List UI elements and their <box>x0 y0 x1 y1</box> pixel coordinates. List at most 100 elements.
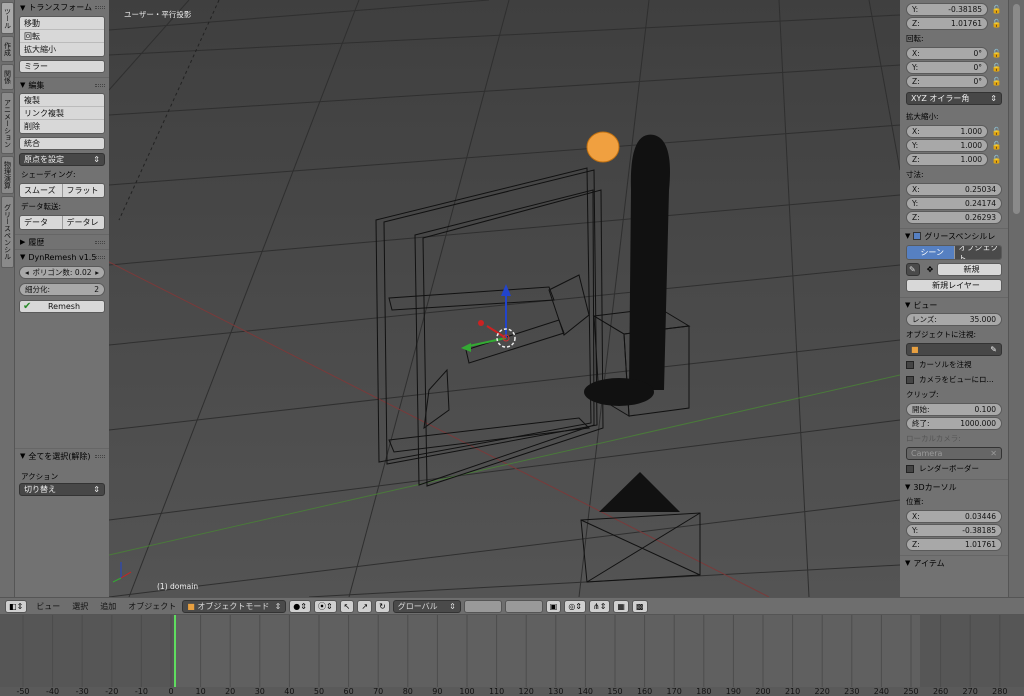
checkbox[interactable] <box>906 464 914 473</box>
lock-layers-icon[interactable]: ▣ <box>545 599 562 613</box>
tab-create[interactable]: 作成 <box>1 36 14 62</box>
clear-icon[interactable]: ✕ <box>990 449 997 458</box>
delete-button[interactable]: 削除 <box>20 120 104 133</box>
scale-z-field[interactable]: Z: 1.000 <box>906 153 988 166</box>
properties-scrollbar[interactable] <box>1008 0 1024 597</box>
lock-icon[interactable]: 🔓 <box>991 76 1002 87</box>
dimension-x-field[interactable]: X: 0.25034 <box>906 183 1002 196</box>
item-panel-header[interactable]: ▼ アイテム <box>900 555 1008 570</box>
render-border-row[interactable]: レンダーボーダー <box>900 461 1008 476</box>
rotation-mode-dropdown[interactable]: XYZ オイラー角 ⇕ <box>906 92 1002 105</box>
location-y-field[interactable]: Y: -0.38185 <box>906 3 988 16</box>
layers-grid-2[interactable] <box>504 599 543 613</box>
scrollbar-thumb[interactable] <box>1013 4 1020 214</box>
camera-render-icon[interactable]: ▩ <box>631 599 648 613</box>
grease-pencil-panel-header[interactable]: ▼ グリースペンシルレ <box>900 228 1008 243</box>
eyedropper-icon[interactable]: ✎ <box>990 345 997 354</box>
cursor-z-field[interactable]: Z: 1.01761 <box>906 538 1002 551</box>
lock-icon[interactable]: 🔓 <box>991 4 1002 15</box>
action-label: アクション <box>21 472 59 481</box>
tab-tools[interactable]: ツール <box>1 2 14 34</box>
polygon-count-field[interactable]: ◂ ポリゴン数: 0.02 ▸ <box>19 266 105 279</box>
tab-grease-pencil[interactable]: グリースペンシル <box>1 196 14 268</box>
subdivision-field[interactable]: 細分化: 2 <box>19 283 105 296</box>
lock-cursor-row[interactable]: カーソルを注視 <box>900 357 1008 372</box>
tab-physics[interactable]: 物理演算 <box>1 156 14 194</box>
orientation-dropdown[interactable]: グローバル ⇕ <box>392 599 461 613</box>
tab-relations[interactable]: 関係 <box>1 64 14 90</box>
scale-button[interactable]: 拡大縮小 <box>20 43 104 56</box>
object-toggle[interactable]: オブジェクト <box>954 246 1001 259</box>
lock-icon[interactable]: 🔓 <box>991 140 1002 151</box>
translate-manipulator[interactable]: ↗ <box>357 599 373 613</box>
render-icon[interactable]: ▦ <box>613 599 629 613</box>
clip-start-field[interactable]: 開始: 0.100 <box>906 403 1002 416</box>
menu-select[interactable]: 選択 <box>66 601 94 612</box>
transform-panel-header[interactable]: ▼ トランスフォーム <box>15 0 109 15</box>
3d-cursor-panel-header[interactable]: ▼ 3Dカーソル <box>900 479 1008 494</box>
translate-button[interactable]: 移動 <box>20 17 104 30</box>
dimension-z-field[interactable]: Z: 0.26293 <box>906 211 1002 224</box>
join-button[interactable]: 統合 <box>19 137 105 150</box>
viewport-shading-button[interactable]: ● ⇕ <box>289 599 311 613</box>
lock-camera-row[interactable]: カメラをビューにロ... <box>900 372 1008 387</box>
rotation-x-field[interactable]: X: 0° <box>906 47 988 60</box>
view-panel-header[interactable]: ▼ ビュー <box>900 297 1008 312</box>
edit-panel-header[interactable]: ▼ 編集 <box>15 77 109 92</box>
tab-animation[interactable]: アニメーション <box>1 92 14 154</box>
checkbox-icon[interactable] <box>913 232 922 240</box>
data-layout-button[interactable]: データレ <box>62 216 104 229</box>
history-panel-header[interactable]: ▶ 履歴 <box>15 234 109 249</box>
shade-smooth-button[interactable]: スムーズ <box>20 184 63 197</box>
menu-view[interactable]: ビュー <box>30 601 66 612</box>
location-z-field[interactable]: Z: 1.01761 <box>906 17 988 30</box>
rotation-y-field[interactable]: Y: 0° <box>906 61 988 74</box>
dynremesh-panel-header[interactable]: ▼ DynRemesh v1.5 <box>15 249 109 264</box>
rotate-manipulator[interactable]: ↻ <box>375 599 390 613</box>
dimension-y-field[interactable]: Y: 0.24174 <box>906 197 1002 210</box>
manipulator-toggle[interactable]: ↖ <box>339 599 355 613</box>
scene-toggle[interactable]: シーン <box>907 246 955 259</box>
checkbox[interactable] <box>906 360 914 369</box>
lock-object-field[interactable]: ■ ✎ <box>906 343 1002 356</box>
menu-add[interactable]: 追加 <box>94 601 122 612</box>
lock-icon[interactable]: 🔓 <box>991 154 1002 165</box>
duplicate-linked-button[interactable]: リンク複製 <box>20 107 104 120</box>
menu-object[interactable]: オブジェクト <box>122 601 182 612</box>
cube-icon: ■ <box>911 345 919 354</box>
lens-field[interactable]: レンズ: 35.000 <box>906 313 1002 326</box>
pivot-point-button[interactable]: ⦿ ⇕ <box>313 599 337 613</box>
plus-icon[interactable]: ✥ <box>923 265 937 274</box>
cursor-y-field[interactable]: Y: -0.38185 <box>906 524 1002 537</box>
rotate-button[interactable]: 回転 <box>20 30 104 43</box>
proportional-edit-icon[interactable]: ◎⇕ <box>564 599 587 613</box>
new-layer-button[interactable]: 新規レイヤー <box>906 279 1002 292</box>
lock-icon[interactable]: 🔓 <box>991 18 1002 29</box>
lock-icon[interactable]: 🔓 <box>991 62 1002 73</box>
lock-icon[interactable]: 🔓 <box>991 48 1002 59</box>
rotation-z-field[interactable]: Z: 0° <box>906 75 988 88</box>
scale-y-field[interactable]: Y: 1.000 <box>906 139 988 152</box>
set-origin-dropdown[interactable]: 原点を設定 ⇕ <box>19 153 105 166</box>
shade-flat-button[interactable]: フラット <box>62 184 104 197</box>
mode-dropdown[interactable]: ■ オブジェクトモード ⇕ <box>182 599 287 613</box>
remesh-button[interactable]: ✔ Remesh <box>19 300 105 313</box>
scale-x-field[interactable]: X: 1.000 <box>906 125 988 138</box>
data-transfer-button[interactable]: データ <box>20 216 63 229</box>
3d-viewport[interactable]: ユーザー・平行投影 (1) domain <box>108 0 901 598</box>
editor-type-button[interactable]: ◧ ⇕ <box>5 599 28 613</box>
mirror-button[interactable]: ミラー <box>19 60 105 73</box>
clip-end-field[interactable]: 終了: 1000.000 <box>906 417 1002 430</box>
duplicate-button[interactable]: 複製 <box>20 94 104 107</box>
layers-grid-1[interactable] <box>463 599 502 613</box>
action-dropdown[interactable]: 切り替え ⇕ <box>19 483 105 496</box>
operator-panel-header[interactable]: ▼ 全てを選択(解除) <box>15 448 109 463</box>
snap-icon[interactable]: ⋔⇕ <box>589 599 611 613</box>
lock-icon[interactable]: 🔓 <box>991 126 1002 137</box>
new-grease-pencil-button[interactable]: 新規 <box>937 263 1002 276</box>
local-camera-field[interactable]: Camera ✕ <box>906 447 1002 460</box>
checkbox[interactable] <box>906 375 914 384</box>
cursor-x-field[interactable]: X: 0.03446 <box>906 510 1002 523</box>
pencil-icon[interactable]: ✎ <box>906 263 920 276</box>
timeline[interactable]: -50 -40 -30 -20 -10 0 10 20 30 40 50 60 70 80 90 100 110… <box>0 615 1024 696</box>
